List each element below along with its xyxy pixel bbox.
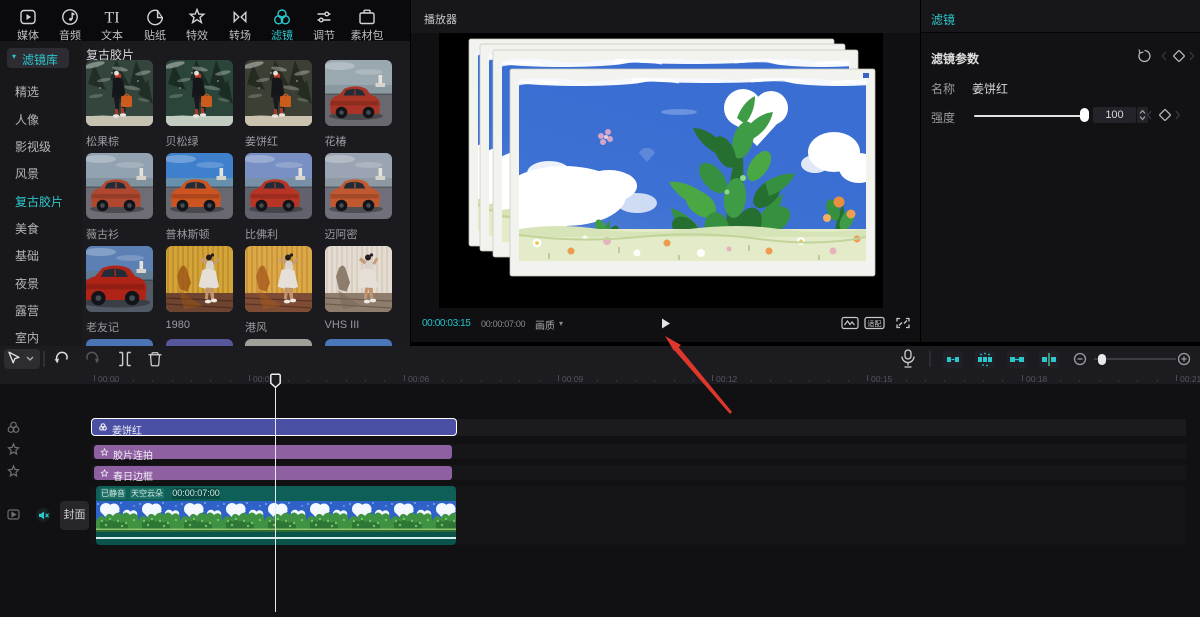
svg-text:适配: 适配	[868, 319, 882, 328]
